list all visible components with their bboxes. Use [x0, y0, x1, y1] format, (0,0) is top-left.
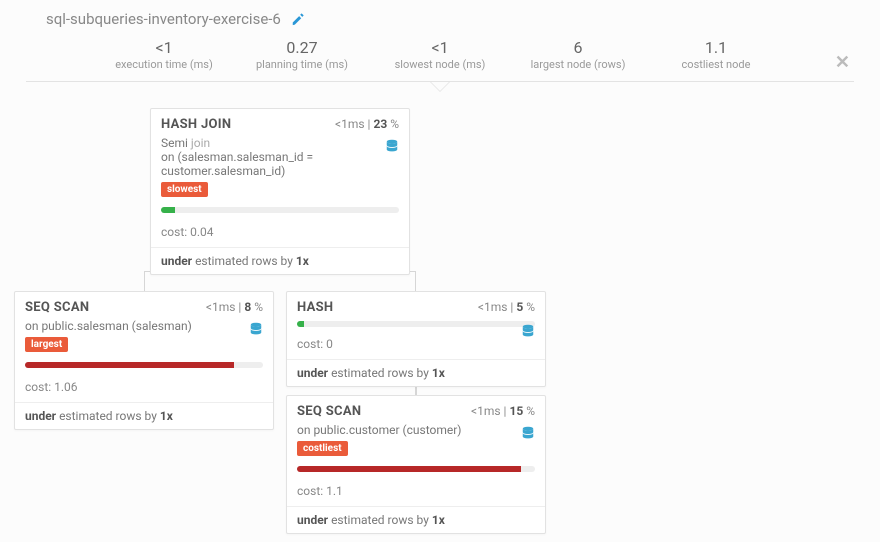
stat-exec-time: <1 execution time (ms) [109, 38, 219, 71]
database-icon [385, 138, 399, 154]
node-meta: <1ms | 15 % [471, 404, 535, 418]
node-hash[interactable]: HASH <1ms | 5 % cost: 0 under estimated … [286, 291, 546, 387]
tag-slowest: slowest [161, 182, 208, 197]
node-title: SEQ SCAN [297, 404, 361, 419]
node-seq-scan-customer[interactable]: SEQ SCAN <1ms | 15 % on public.customer … [286, 395, 546, 534]
cost-bar [161, 207, 399, 213]
node-desc: on public.salesman (salesman) [25, 319, 263, 333]
node-cost: cost: 1.06 [15, 378, 273, 402]
node-estimate: under estimated rows by 1x [151, 247, 409, 274]
stat-costliest: 1.1 costliest node [661, 38, 771, 71]
cost-bar [297, 466, 535, 472]
database-icon [249, 321, 263, 337]
node-meta: <1ms | 23 % [335, 117, 399, 131]
plan-title: sql-subqueries-inventory-exercise-6 [46, 10, 281, 28]
node-cost: cost: 0 [287, 337, 545, 359]
page-title-bar: sql-subqueries-inventory-exercise-6 [0, 0, 880, 34]
tag-costliest: costliest [297, 441, 348, 456]
node-hash-join[interactable]: HASH JOIN <1ms | 23 % Semi join on (sale… [150, 108, 410, 275]
database-icon [521, 323, 535, 339]
stat-largest: 6 largest node (rows) [523, 38, 633, 71]
node-meta: <1ms | 5 % [478, 300, 535, 314]
node-desc: Semi join on (salesman.salesman_id = cus… [161, 136, 399, 178]
node-estimate: under estimated rows by 1x [15, 402, 273, 429]
cost-bar [297, 321, 535, 327]
cost-bar [25, 362, 263, 368]
node-estimate: under estimated rows by 1x [287, 359, 545, 386]
node-title: HASH [297, 300, 333, 315]
node-desc: on public.customer (customer) [297, 423, 535, 437]
stat-slowest: <1 slowest node (ms) [385, 38, 495, 71]
node-estimate: under estimated rows by 1x [287, 506, 545, 533]
stats-panel: <1 execution time (ms) 0.27 planning tim… [26, 32, 854, 82]
node-title: SEQ SCAN [25, 300, 89, 315]
stats-pointer-icon [430, 82, 450, 92]
stat-plan-time: 0.27 planning time (ms) [247, 38, 357, 71]
plan-graph: HASH JOIN <1ms | 23 % Semi join on (sale… [0, 100, 880, 540]
edit-title-icon[interactable] [291, 12, 305, 28]
node-meta: <1ms | 8 % [206, 300, 263, 314]
node-title: HASH JOIN [161, 117, 231, 132]
database-icon [521, 425, 535, 441]
tag-largest: largest [25, 337, 68, 352]
node-cost: cost: 1.1 [287, 482, 545, 506]
close-icon[interactable]: ✕ [835, 52, 850, 73]
node-seq-scan-salesman[interactable]: SEQ SCAN <1ms | 8 % on public.salesman (… [14, 291, 274, 430]
node-cost: cost: 0.04 [151, 223, 409, 247]
